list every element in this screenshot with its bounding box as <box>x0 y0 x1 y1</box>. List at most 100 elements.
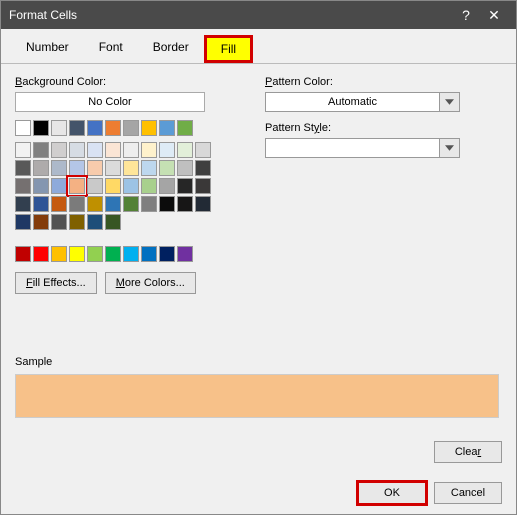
color-swatch[interactable] <box>69 178 85 194</box>
left-col: Background Color: No Color Fill Effects.… <box>15 76 225 294</box>
color-swatch[interactable] <box>105 142 121 158</box>
color-swatch[interactable] <box>51 142 67 158</box>
color-swatch[interactable] <box>87 160 103 176</box>
pattern-style-value <box>265 138 440 158</box>
color-swatch[interactable] <box>15 142 31 158</box>
ok-button[interactable]: OK <box>358 482 426 504</box>
color-swatch[interactable] <box>159 160 175 176</box>
pattern-style-dropdown[interactable] <box>265 138 460 158</box>
color-swatch[interactable] <box>141 246 157 262</box>
color-swatch[interactable] <box>177 178 193 194</box>
color-swatch[interactable] <box>123 246 139 262</box>
color-swatch[interactable] <box>141 160 157 176</box>
color-swatch[interactable] <box>69 160 85 176</box>
color-swatch[interactable] <box>51 196 67 212</box>
color-swatch[interactable] <box>195 142 211 158</box>
tab-fill[interactable]: Fill <box>204 35 253 63</box>
clear-button[interactable]: Clear <box>434 441 502 463</box>
color-swatch[interactable] <box>15 196 31 212</box>
color-swatch[interactable] <box>177 120 193 136</box>
color-swatch[interactable] <box>177 142 193 158</box>
sample-label: Sample <box>15 356 503 368</box>
color-swatch[interactable] <box>195 196 211 212</box>
color-swatch[interactable] <box>123 160 139 176</box>
color-swatch[interactable] <box>123 142 139 158</box>
color-swatch[interactable] <box>177 196 193 212</box>
sample-box <box>15 374 499 418</box>
color-swatch[interactable] <box>159 142 175 158</box>
tab-border[interactable]: Border <box>138 35 204 63</box>
color-swatch[interactable] <box>33 120 49 136</box>
color-swatch[interactable] <box>51 246 67 262</box>
color-swatch[interactable] <box>195 178 211 194</box>
tab-font[interactable]: Font <box>84 35 138 63</box>
color-swatch[interactable] <box>33 142 49 158</box>
color-swatch[interactable] <box>177 160 193 176</box>
color-swatch[interactable] <box>51 160 67 176</box>
tab-number[interactable]: Number <box>11 35 84 63</box>
titlebar: Format Cells ? ✕ <box>1 1 516 29</box>
color-swatch[interactable] <box>33 214 49 230</box>
clear-wrap: Clear <box>434 441 502 463</box>
color-swatch[interactable] <box>159 178 175 194</box>
color-swatch[interactable] <box>15 160 31 176</box>
color-swatch[interactable] <box>105 196 121 212</box>
color-swatch[interactable] <box>51 178 67 194</box>
color-swatch[interactable] <box>159 120 175 136</box>
pattern-color-dropdown[interactable]: Automatic <box>265 92 460 112</box>
color-swatch[interactable] <box>123 120 139 136</box>
color-swatch[interactable] <box>123 178 139 194</box>
color-swatch[interactable] <box>87 196 103 212</box>
color-swatch[interactable] <box>69 142 85 158</box>
theme-shades <box>15 142 215 230</box>
color-swatch[interactable] <box>33 160 49 176</box>
color-swatch[interactable] <box>141 178 157 194</box>
color-swatch[interactable] <box>69 120 85 136</box>
pattern-style-label: Pattern Style: <box>265 122 502 134</box>
chevron-down-icon[interactable] <box>440 138 460 158</box>
color-swatch[interactable] <box>51 214 67 230</box>
color-swatch[interactable] <box>33 246 49 262</box>
color-swatch[interactable] <box>87 142 103 158</box>
no-color-button[interactable]: No Color <box>15 92 205 112</box>
close-button[interactable]: ✕ <box>480 1 508 29</box>
color-swatch[interactable] <box>177 246 193 262</box>
dialog-body: Background Color: No Color Fill Effects.… <box>1 64 516 306</box>
color-swatch[interactable] <box>141 142 157 158</box>
color-swatch[interactable] <box>15 178 31 194</box>
color-swatch[interactable] <box>15 246 31 262</box>
color-swatch[interactable] <box>33 178 49 194</box>
pattern-color-label: Pattern Color: <box>265 76 502 88</box>
color-swatch[interactable] <box>105 160 121 176</box>
color-swatch[interactable] <box>159 246 175 262</box>
color-swatch[interactable] <box>33 196 49 212</box>
color-swatch[interactable] <box>87 214 103 230</box>
color-swatch[interactable] <box>15 120 31 136</box>
palette-buttons: Fill Effects... More Colors... <box>15 272 225 294</box>
color-swatch[interactable] <box>105 246 121 262</box>
color-swatch[interactable] <box>87 178 103 194</box>
color-swatch[interactable] <box>105 120 121 136</box>
color-swatch[interactable] <box>105 214 121 230</box>
color-swatch[interactable] <box>195 160 211 176</box>
cancel-button[interactable]: Cancel <box>434 482 502 504</box>
color-swatch[interactable] <box>141 120 157 136</box>
format-cells-dialog: Format Cells ? ✕ Number Font Border Fill… <box>0 0 517 515</box>
more-colors-button[interactable]: More Colors... <box>105 272 196 294</box>
fill-effects-button[interactable]: Fill Effects... <box>15 272 97 294</box>
color-swatch[interactable] <box>69 196 85 212</box>
color-swatch[interactable] <box>69 246 85 262</box>
color-swatch[interactable] <box>159 196 175 212</box>
color-swatch[interactable] <box>87 246 103 262</box>
color-swatch[interactable] <box>69 214 85 230</box>
color-swatch[interactable] <box>123 196 139 212</box>
help-button[interactable]: ? <box>452 1 480 29</box>
color-swatch[interactable] <box>51 120 67 136</box>
color-swatch[interactable] <box>87 120 103 136</box>
right-col: Pattern Color: Automatic Pattern Style: <box>265 76 502 294</box>
color-swatch[interactable] <box>141 196 157 212</box>
chevron-down-icon[interactable] <box>440 92 460 112</box>
color-swatch[interactable] <box>15 214 31 230</box>
color-swatch[interactable] <box>105 178 121 194</box>
theme-colors-row <box>15 120 215 136</box>
